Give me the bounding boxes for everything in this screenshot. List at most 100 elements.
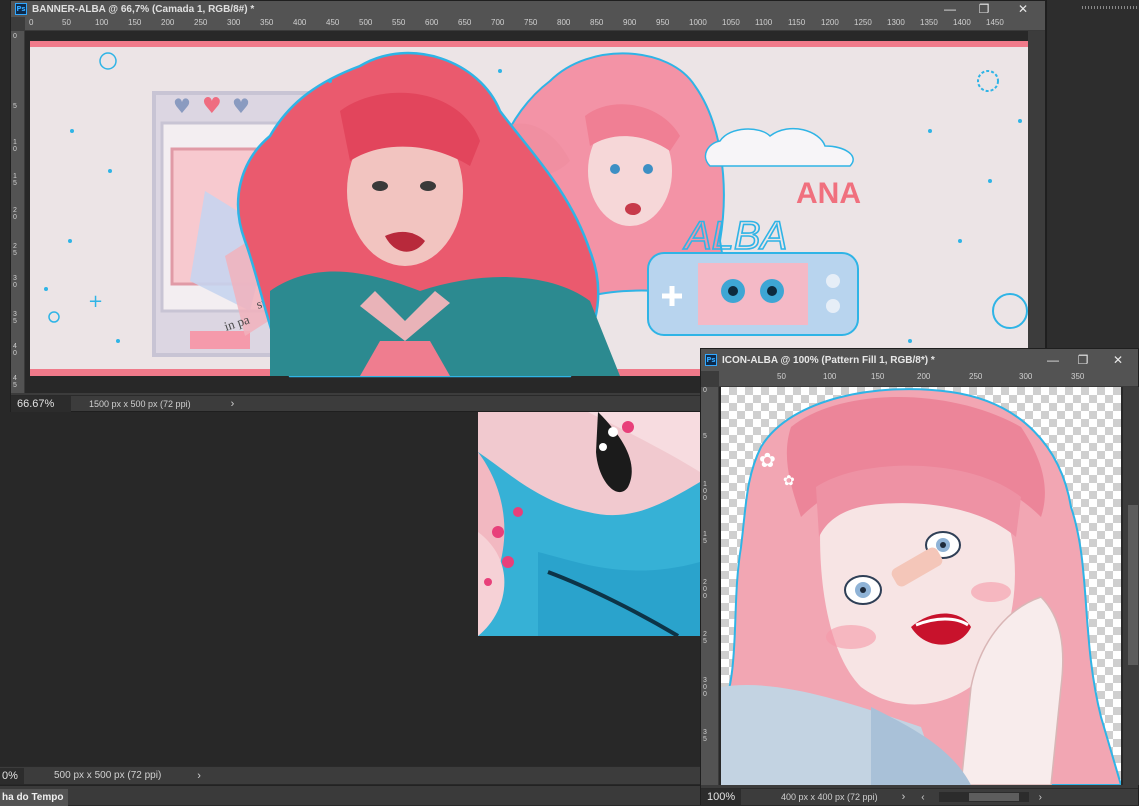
- ruler-tick: 700: [491, 18, 505, 27]
- ruler-tick: 2 5: [703, 631, 707, 645]
- tab-timeline-label: ha do Tempo: [2, 792, 64, 803]
- banner-canvas[interactable]: ♥ ♥ ♥ sun se in pa: [25, 31, 1028, 393]
- ruler-tick: 950: [656, 18, 670, 27]
- ruler-tick: 350: [260, 18, 274, 27]
- restore-button[interactable]: ❐: [967, 0, 1001, 18]
- ruler-tick: 0: [13, 33, 17, 40]
- close-button[interactable]: ✕: [1001, 0, 1045, 18]
- icon-canvas-area[interactable]: ✿ ✿: [719, 387, 1139, 785]
- ruler-tick: 2 0 0: [703, 579, 707, 600]
- chevron-right-icon[interactable]: ›: [197, 770, 201, 782]
- right-panel-strip: [1046, 0, 1139, 350]
- ruler-tick: 250: [969, 372, 983, 381]
- icon-horizontal-scrollbar[interactable]: [938, 792, 1029, 802]
- ruler-tick: 1 0 0: [703, 481, 707, 502]
- ruler-tick: 0: [703, 387, 707, 394]
- ruler-tick: 1250: [854, 18, 872, 27]
- minimize-button[interactable]: —: [1038, 349, 1068, 371]
- icon-ruler-vertical[interactable]: 0 5 1 0 0 1 5 2 0 0 2 5 3 0 0 3 5: [701, 387, 719, 785]
- photoshop-badge-icon: Ps: [705, 354, 717, 366]
- scroll-right-icon[interactable]: ›: [1039, 792, 1042, 803]
- horizontal-scrollbar-thumb[interactable]: [968, 793, 1019, 801]
- icon-title: ICON-ALBA @ 100% (Pattern Fill 1, RGB/8*…: [722, 354, 935, 366]
- icon-window: Ps ICON-ALBA @ 100% (Pattern Fill 1, RGB…: [700, 348, 1139, 805]
- close-button[interactable]: ✕: [1098, 349, 1138, 371]
- ruler-tick: 100: [95, 18, 109, 27]
- ruler-tick: 3 0 0: [703, 677, 707, 698]
- ruler-tick: 150: [871, 372, 885, 381]
- minimize-button[interactable]: —: [933, 0, 967, 18]
- ruler-tick: 650: [458, 18, 472, 27]
- ruler-tick: 1200: [821, 18, 839, 27]
- minimize-icon: —: [944, 2, 956, 16]
- ruler-tick: 450: [326, 18, 340, 27]
- ruler-tick: 850: [590, 18, 604, 27]
- banner-artwork: ♥ ♥ ♥ sun se in pa: [30, 41, 1028, 378]
- icon-vertical-scrollbar[interactable]: [1125, 387, 1139, 785]
- scrollbar-thumb[interactable]: [1128, 505, 1138, 665]
- restore-icon: ❐: [978, 2, 990, 16]
- ruler-tick: 5: [703, 433, 707, 440]
- ruler-tick: 1100: [755, 18, 773, 27]
- banner-zoom-field[interactable]: 66.67%: [11, 395, 71, 412]
- icon-ruler-horizontal[interactable]: 50 100 150 200 250 300 350: [719, 371, 1138, 387]
- icon-titlebar[interactable]: Ps ICON-ALBA @ 100% (Pattern Fill 1, RGB…: [701, 349, 1138, 371]
- ruler-tick: 1 5: [13, 173, 17, 187]
- middle-artwork: [478, 412, 700, 636]
- close-icon: ✕: [1112, 353, 1124, 367]
- ruler-tick: 1450: [986, 18, 1004, 27]
- ruler-tick: 1400: [953, 18, 971, 27]
- ruler-tick: 3 5: [703, 729, 707, 743]
- ruler-tick: 4 0: [13, 343, 17, 357]
- restore-button[interactable]: ❐: [1068, 349, 1098, 371]
- ruler-tick: 3 5: [13, 311, 17, 325]
- banner-name-top: ANA: [796, 177, 861, 210]
- ruler-tick: 1050: [722, 18, 740, 27]
- middle-document-canvas[interactable]: [478, 412, 700, 636]
- middle-doc-size: 500 px x 500 px (72 ppi): [54, 770, 162, 781]
- chevron-right-icon[interactable]: ›: [231, 398, 235, 410]
- close-icon: ✕: [1017, 2, 1029, 16]
- banner-ruler-vertical[interactable]: 0 5 1 0 1 5 2 0 2 5 3 0 3 5 4 0 4 5: [11, 31, 25, 393]
- ruler-tick: 100: [823, 372, 837, 381]
- chevron-right-icon[interactable]: ›: [902, 791, 906, 803]
- ruler-tick: 750: [524, 18, 538, 27]
- banner-doc-size: 1500 px x 500 px (72 ppi): [89, 398, 191, 409]
- ruler-tick: 5: [13, 103, 17, 110]
- timeline-panel: ha do Tempo: [0, 785, 700, 806]
- banner-titlebar[interactable]: Ps BANNER-ALBA @ 66,7% (Camada 1, RGB/8#…: [11, 1, 1045, 17]
- svg-text:✿: ✿: [783, 473, 795, 489]
- ruler-tick: 300: [227, 18, 241, 27]
- ruler-tick: 50: [777, 372, 786, 381]
- ruler-tick: 350: [1071, 372, 1085, 381]
- ruler-tick: 500: [359, 18, 373, 27]
- svg-text:♥: ♥: [202, 94, 222, 119]
- ruler-tick: 0: [29, 18, 34, 27]
- ruler-tick: 50: [62, 18, 71, 27]
- icon-doc-size: 400 px x 400 px (72 ppi): [781, 792, 878, 802]
- ruler-tick: 1350: [920, 18, 938, 27]
- ruler-tick: 2 0: [13, 207, 17, 221]
- ruler-tick: 600: [425, 18, 439, 27]
- icon-statusbar: 100% 400 px x 400 px (72 ppi) › ‹ ›: [701, 788, 1138, 805]
- scroll-left-icon[interactable]: ‹: [921, 792, 924, 803]
- svg-text:✿: ✿: [759, 448, 776, 472]
- ruler-tick: 1000: [689, 18, 707, 27]
- banner-ruler-horizontal[interactable]: 0 50 100 150 200 250 300 350 400 450 500…: [25, 17, 1045, 31]
- ruler-tick: 900: [623, 18, 637, 27]
- ruler-tick: 400: [293, 18, 307, 27]
- ruler-tick: 1150: [788, 18, 806, 27]
- icon-zoom-field[interactable]: 100%: [701, 789, 741, 805]
- icon-artwork: ✿ ✿: [721, 388, 1121, 785]
- banner-title: BANNER-ALBA @ 66,7% (Camada 1, RGB/8#) *: [32, 3, 255, 15]
- ruler-tick: 150: [128, 18, 142, 27]
- ruler-tick: 250: [194, 18, 208, 27]
- middle-zoom-field[interactable]: 0%: [0, 767, 24, 784]
- middle-statusbar: 0% 500 px x 500 px (72 ppi) ›: [0, 766, 700, 784]
- ruler-tick: 1 5: [703, 531, 707, 545]
- icon-canvas[interactable]: ✿ ✿: [721, 387, 1121, 785]
- photoshop-badge-icon: Ps: [15, 3, 27, 15]
- minimize-icon: —: [1047, 353, 1059, 367]
- banner-name-script: ALBA: [683, 214, 787, 258]
- tab-timeline[interactable]: ha do Tempo: [0, 789, 68, 806]
